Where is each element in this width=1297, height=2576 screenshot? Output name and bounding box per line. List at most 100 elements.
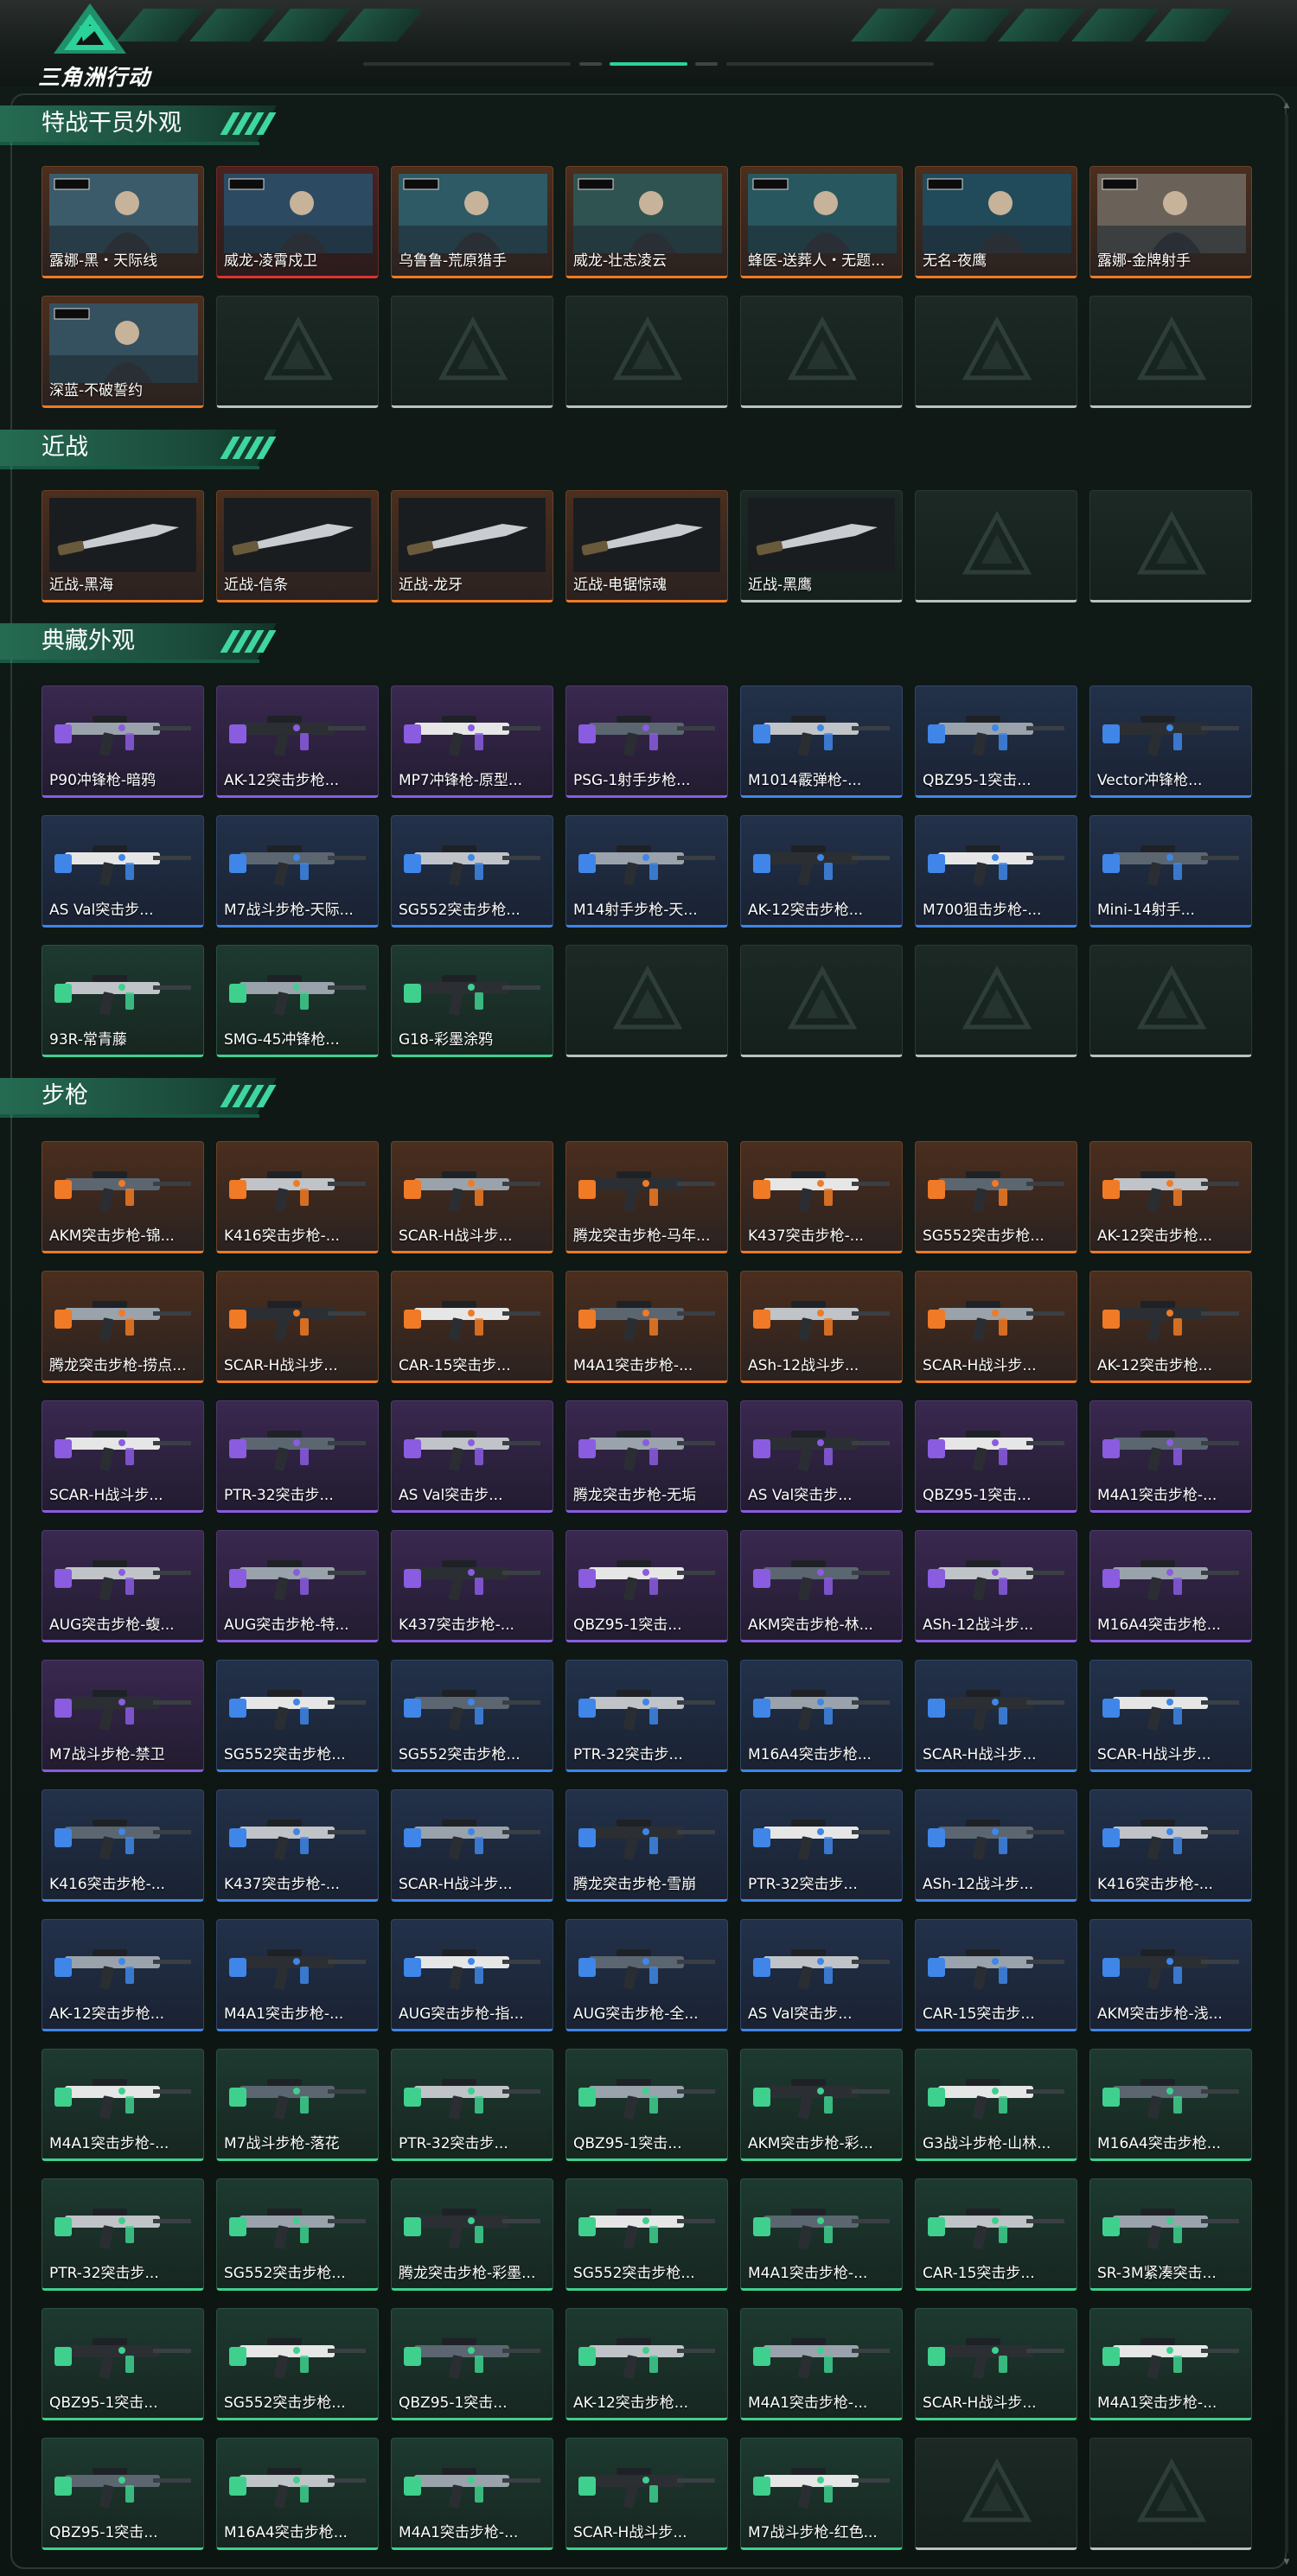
scroll-up-icon[interactable]: ▲ [1283,102,1290,110]
item-card[interactable]: SG552突击步枪... [565,2178,728,2291]
item-card[interactable]: M700狙击步枪-... [915,815,1077,928]
item-card[interactable]: PTR-32突击步... [740,1789,903,1902]
item-card[interactable]: 乌鲁鲁-荒原猎手 [391,166,553,278]
item-card[interactable]: M4A1突击步枪-... [391,2438,553,2550]
item-card[interactable]: M7战斗步枪-天际... [216,815,379,928]
item-card[interactable]: Mini-14射手... [1089,815,1252,928]
item-card[interactable]: AS Val突击步... [42,815,204,928]
item-card[interactable]: K437突击步枪-... [391,1530,553,1642]
item-card[interactable]: M16A4突击步枪... [1089,1530,1252,1642]
item-card[interactable]: G18-彩墨涂鸦 [391,945,553,1057]
item-card[interactable]: AS Val突击步... [740,1400,903,1513]
item-card[interactable]: SMG-45冲锋枪... [216,945,379,1057]
scroll-track[interactable] [1285,114,1288,2554]
item-card[interactable]: M4A1突击步枪-... [740,2178,903,2291]
item-card[interactable]: SG552突击步枪... [915,1141,1077,1253]
item-card[interactable]: CAR-15突击步... [915,1919,1077,2031]
item-card[interactable]: MP7冲锋枪-原型... [391,685,553,798]
item-card[interactable]: M7战斗步枪-禁卫 [42,1660,204,1772]
item-card[interactable]: M1014霰弹枪-... [740,685,903,798]
item-card[interactable]: 露娜-黑・天际线 [42,166,204,278]
item-card[interactable]: QBZ95-1突击... [42,2438,204,2550]
item-card[interactable]: 威龙-凌霄戍卫 [216,166,379,278]
item-card[interactable]: SCAR-H战斗步... [42,1400,204,1513]
item-card[interactable]: SCAR-H战斗步... [391,1789,553,1902]
item-card[interactable]: SCAR-H战斗步... [565,2438,728,2550]
item-card[interactable]: PTR-32突击步... [565,1660,728,1772]
item-card[interactable]: SCAR-H战斗步... [915,1660,1077,1772]
item-card[interactable]: 93R-常青藤 [42,945,204,1057]
item-card[interactable]: AUG突击步枪-指... [391,1919,553,2031]
item-card[interactable]: 近战-黑鹰 [740,490,903,603]
item-card[interactable]: 近战-信条 [216,490,379,603]
item-card[interactable]: M4A1突击步枪-... [42,2049,204,2161]
item-card[interactable]: SCAR-H战斗步... [1089,1660,1252,1772]
item-card[interactable]: ASh-12战斗步... [915,1530,1077,1642]
item-card[interactable]: AUG突击步枪-全... [565,1919,728,2031]
item-card[interactable]: AK-12突击步枪... [565,2308,728,2420]
item-card[interactable]: M16A4突击步枪... [216,2438,379,2550]
item-card[interactable]: ASh-12战斗步... [915,1789,1077,1902]
scrollbar[interactable]: ▲ ▼ [1283,102,1290,2566]
item-card[interactable]: QBZ95-1突击... [915,1400,1077,1513]
item-card[interactable]: SG552突击步枪... [216,1660,379,1772]
item-card[interactable]: M16A4突击步枪... [1089,2049,1252,2161]
item-card[interactable]: 腾龙突击步枪-捞点... [42,1271,204,1383]
item-card[interactable]: AUG突击步枪-特... [216,1530,379,1642]
item-card[interactable]: AS Val突击步... [740,1919,903,2031]
item-card[interactable]: SG552突击步枪... [391,815,553,928]
item-card[interactable]: M7战斗步枪-落花 [216,2049,379,2161]
item-card[interactable]: 威龙-壮志凌云 [565,166,728,278]
item-card[interactable]: AUG突击步枪-蝮... [42,1530,204,1642]
item-card[interactable]: 腾龙突击步枪-马年... [565,1141,728,1253]
item-card[interactable]: SG552突击步枪... [216,2308,379,2420]
item-card[interactable]: 深蓝-不破誓约 [42,296,204,408]
item-card[interactable]: M4A1突击步枪-... [1089,2308,1252,2420]
item-card[interactable]: PTR-32突击步... [216,1400,379,1513]
item-card[interactable]: K437突击步枪-... [216,1789,379,1902]
item-card[interactable]: AKM突击步枪-浅... [1089,1919,1252,2031]
item-card[interactable]: PTR-32突击步... [42,2178,204,2291]
item-card[interactable]: M16A4突击步枪... [740,1660,903,1772]
item-card[interactable]: CAR-15突击步... [391,1271,553,1383]
item-card[interactable]: AK-12突击步枪... [216,685,379,798]
item-card[interactable]: SCAR-H战斗步... [915,1271,1077,1383]
item-card[interactable]: CAR-15突击步... [915,2178,1077,2291]
item-card[interactable]: G3战斗步枪-山林... [915,2049,1077,2161]
item-card[interactable]: AKM突击步枪-林... [740,1530,903,1642]
item-card[interactable]: AK-12突击步枪... [1089,1271,1252,1383]
item-card[interactable]: QBZ95-1突击... [42,2308,204,2420]
item-card[interactable]: K416突击步枪-... [1089,1789,1252,1902]
item-card[interactable]: K437突击步枪-... [740,1141,903,1253]
item-card[interactable]: QBZ95-1突击... [391,2308,553,2420]
item-card[interactable]: K416突击步枪-... [216,1141,379,1253]
item-card[interactable]: 蜂医-送葬人・无题... [740,166,903,278]
item-card[interactable]: QBZ95-1突击... [565,2049,728,2161]
item-card[interactable]: M14射手步枪-天... [565,815,728,928]
item-card[interactable]: SG552突击步枪... [391,1660,553,1772]
item-card[interactable]: PSG-1射手步枪... [565,685,728,798]
item-card[interactable]: M4A1突击步枪-... [1089,1400,1252,1513]
scroll-down-icon[interactable]: ▼ [1283,2559,1290,2566]
item-card[interactable]: 近战-黑海 [42,490,204,603]
item-card[interactable]: M4A1突击步枪-... [216,1919,379,2031]
item-card[interactable]: 腾龙突击步枪-彩墨... [391,2178,553,2291]
item-card[interactable]: 露娜-金牌射手 [1089,166,1252,278]
item-card[interactable]: SG552突击步枪... [216,2178,379,2291]
item-card[interactable]: 腾龙突击步枪-雪崩 [565,1789,728,1902]
item-card[interactable]: QBZ95-1突击... [915,685,1077,798]
item-card[interactable]: M4A1突击步枪-... [740,2308,903,2420]
item-card[interactable]: M7战斗步枪-红色... [740,2438,903,2550]
item-card[interactable]: AKM突击步枪-彩... [740,2049,903,2161]
item-card[interactable]: PTR-32突击步... [391,2049,553,2161]
item-card[interactable]: 无名-夜鹰 [915,166,1077,278]
item-card[interactable]: SCAR-H战斗步... [391,1141,553,1253]
item-card[interactable]: AK-12突击步枪... [740,815,903,928]
item-card[interactable]: 近战-龙牙 [391,490,553,603]
item-card[interactable]: 腾龙突击步枪-无垢 [565,1400,728,1513]
item-card[interactable]: SCAR-H战斗步... [915,2308,1077,2420]
item-card[interactable]: SCAR-H战斗步... [216,1271,379,1383]
item-card[interactable]: QBZ95-1突击... [565,1530,728,1642]
item-card[interactable]: 近战-电锯惊魂 [565,490,728,603]
item-card[interactable]: Vector冲锋枪... [1089,685,1252,798]
